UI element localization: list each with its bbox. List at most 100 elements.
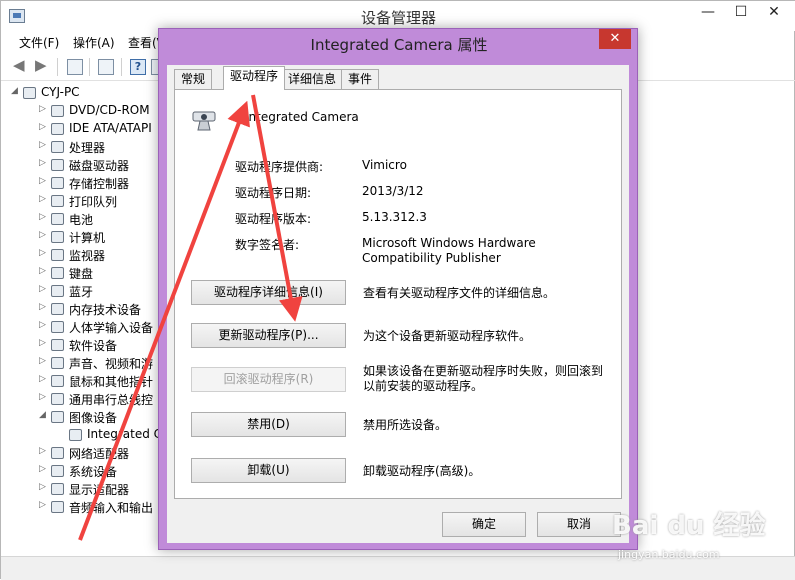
tree-item[interactable]: ▷ 处理器 bbox=[9, 138, 169, 156]
toolbar-separator bbox=[57, 58, 58, 76]
tree-item[interactable]: ▷ 声音、视频和游 bbox=[9, 354, 169, 372]
tab-details[interactable]: 详细信息 bbox=[281, 69, 344, 89]
expanded-arrow-icon[interactable]: ◢ bbox=[11, 86, 18, 96]
device-category-icon bbox=[51, 141, 64, 153]
help-icon[interactable]: ? bbox=[130, 59, 146, 75]
maximize-button[interactable]: ☐ bbox=[726, 1, 756, 23]
device-category-icon bbox=[51, 159, 64, 171]
device-name: Integrated Camera bbox=[245, 110, 359, 124]
expanded-arrow-icon[interactable]: ◢ bbox=[39, 410, 46, 420]
rollback-driver-button[interactable]: 回滚驱动程序(R) bbox=[191, 367, 346, 392]
collapsed-arrow-icon[interactable]: ▷ bbox=[39, 104, 46, 114]
collapsed-arrow-icon[interactable]: ▷ bbox=[39, 482, 46, 492]
tree-item[interactable]: ▷ 显示适配器 bbox=[9, 480, 169, 498]
tree-item-label: 打印队列 bbox=[69, 195, 118, 209]
device-category-icon bbox=[69, 429, 82, 441]
tree-item[interactable]: ▷ 存储控制器 bbox=[9, 174, 169, 192]
cancel-button[interactable]: 取消 bbox=[537, 512, 621, 537]
tree-item[interactable]: ▷ 计算机 bbox=[9, 228, 169, 246]
back-arrow-icon[interactable]: ◀ bbox=[13, 56, 29, 74]
device-category-icon bbox=[51, 393, 64, 405]
tree-item[interactable]: ▷ 内存技术设备 bbox=[9, 300, 169, 318]
device-category-icon bbox=[51, 339, 64, 351]
collapsed-arrow-icon[interactable]: ▷ bbox=[39, 122, 46, 132]
date-label: 驱动程序日期: bbox=[235, 186, 312, 200]
tree-item-label: 网络适配器 bbox=[69, 447, 130, 461]
device-category-icon bbox=[51, 357, 64, 369]
tree-item-label: 系统设备 bbox=[69, 465, 118, 479]
tree-item[interactable]: ▷ 打印队列 bbox=[9, 192, 169, 210]
device-category-icon bbox=[51, 177, 64, 189]
tree-item[interactable]: ▷ 电池 bbox=[9, 210, 169, 228]
camera-icon bbox=[192, 111, 216, 131]
minimize-button[interactable]: — bbox=[693, 1, 723, 23]
version-value: 5.13.312.3 bbox=[362, 210, 427, 224]
uninstall-button[interactable]: 卸载(U) bbox=[191, 458, 346, 483]
collapsed-arrow-icon[interactable]: ▷ bbox=[39, 464, 46, 474]
forward-arrow-icon[interactable]: ▶ bbox=[35, 56, 51, 74]
collapsed-arrow-icon[interactable]: ▷ bbox=[39, 356, 46, 366]
tree-item[interactable]: ▷ 蓝牙 bbox=[9, 282, 169, 300]
baidu-watermark: Bai du 经验 jingyan.baidu.com bbox=[612, 505, 792, 575]
tree-item-label: 声音、视频和游 bbox=[69, 357, 154, 371]
device-category-icon bbox=[51, 267, 64, 279]
menu-file[interactable]: 文件(F) bbox=[19, 34, 59, 51]
collapsed-arrow-icon[interactable]: ▷ bbox=[39, 320, 46, 330]
collapsed-arrow-icon[interactable]: ▷ bbox=[39, 284, 46, 294]
properties-dialog: Integrated Camera 属性 ✕ 常规 驱动程序 详细信息 事件 I… bbox=[158, 28, 638, 550]
tree-item-label: 显示适配器 bbox=[69, 483, 130, 497]
collapsed-arrow-icon[interactable]: ▷ bbox=[39, 230, 46, 240]
tree-item[interactable]: ▷ 人体学输入设备 bbox=[9, 318, 169, 336]
refresh-icon[interactable] bbox=[98, 59, 114, 75]
collapsed-arrow-icon[interactable]: ▷ bbox=[39, 212, 46, 222]
update-driver-button[interactable]: 更新驱动程序(P)... bbox=[191, 323, 346, 348]
collapsed-arrow-icon[interactable]: ▷ bbox=[39, 500, 46, 510]
disable-button[interactable]: 禁用(D) bbox=[191, 412, 346, 437]
tree-item[interactable]: ▷ 网络适配器 bbox=[9, 444, 169, 462]
tree-item[interactable]: ▷ 软件设备 bbox=[9, 336, 169, 354]
tree-item[interactable]: ▷ 通用串行总线控 bbox=[9, 390, 169, 408]
tree-item[interactable]: ▷ DVD/CD-ROM bbox=[9, 102, 169, 120]
collapsed-arrow-icon[interactable]: ▷ bbox=[39, 266, 46, 276]
tab-general[interactable]: 常规 bbox=[174, 69, 213, 89]
tab-events[interactable]: 事件 bbox=[341, 69, 380, 89]
collapsed-arrow-icon[interactable]: ▷ bbox=[39, 158, 46, 168]
window-title: 设备管理器 bbox=[360, 9, 436, 27]
tree-item[interactable]: ▷ IDE ATA/ATAPI bbox=[9, 120, 169, 138]
tree-item-label: 处理器 bbox=[69, 141, 106, 155]
menu-action[interactable]: 操作(A) bbox=[73, 34, 115, 51]
tab-driver[interactable]: 驱动程序 bbox=[223, 66, 286, 90]
toolbar-separator bbox=[121, 58, 122, 76]
collapsed-arrow-icon[interactable]: ▷ bbox=[39, 194, 46, 204]
driver-details-button[interactable]: 驱动程序详细信息(I) bbox=[191, 280, 346, 305]
tree-item[interactable]: ▷ 监视器 bbox=[9, 246, 169, 264]
tree-item[interactable]: ◢ CYJ-PC bbox=[9, 84, 169, 102]
collapsed-arrow-icon[interactable]: ▷ bbox=[39, 248, 46, 258]
tree-item[interactable]: ▷ 键盘 bbox=[9, 264, 169, 282]
device-tree: ◢ CYJ-PC ▷ DVD/CD-ROM ▷ IDE ATA/ATAPI ▷ 处理器 ▷ 磁盘驱… bbox=[9, 83, 162, 539]
tree-item[interactable]: ▷ 音频输入和输出 bbox=[9, 498, 169, 516]
tree-item[interactable]: Integrated C bbox=[9, 426, 169, 444]
close-button[interactable]: ✕ bbox=[759, 1, 789, 23]
ok-button[interactable]: 确定 bbox=[442, 512, 526, 537]
properties-icon[interactable] bbox=[67, 59, 83, 75]
tree-item-label: 磁盘驱动器 bbox=[69, 159, 130, 173]
tree-item-label: 图像设备 bbox=[69, 411, 118, 425]
collapsed-arrow-icon[interactable]: ▷ bbox=[39, 446, 46, 456]
tree-item[interactable]: ▷ 鼠标和其他指针 bbox=[9, 372, 169, 390]
collapsed-arrow-icon[interactable]: ▷ bbox=[39, 302, 46, 312]
collapsed-arrow-icon[interactable]: ▷ bbox=[39, 140, 46, 150]
tree-item-label: DVD/CD-ROM bbox=[69, 103, 150, 117]
tree-item[interactable]: ◢ 图像设备 bbox=[9, 408, 169, 426]
tree-item[interactable]: ▷ 系统设备 bbox=[9, 462, 169, 480]
collapsed-arrow-icon[interactable]: ▷ bbox=[39, 374, 46, 384]
dialog-close-button[interactable]: ✕ bbox=[599, 29, 631, 49]
tree-item-label: 音频输入和输出 bbox=[69, 501, 154, 515]
tree-item-label: 人体学输入设备 bbox=[69, 321, 154, 335]
tree-item-label: 软件设备 bbox=[69, 339, 118, 353]
collapsed-arrow-icon[interactable]: ▷ bbox=[39, 176, 46, 186]
collapsed-arrow-icon[interactable]: ▷ bbox=[39, 392, 46, 402]
tree-item[interactable]: ▷ 磁盘驱动器 bbox=[9, 156, 169, 174]
provider-label: 驱动程序提供商: bbox=[235, 160, 324, 174]
collapsed-arrow-icon[interactable]: ▷ bbox=[39, 338, 46, 348]
